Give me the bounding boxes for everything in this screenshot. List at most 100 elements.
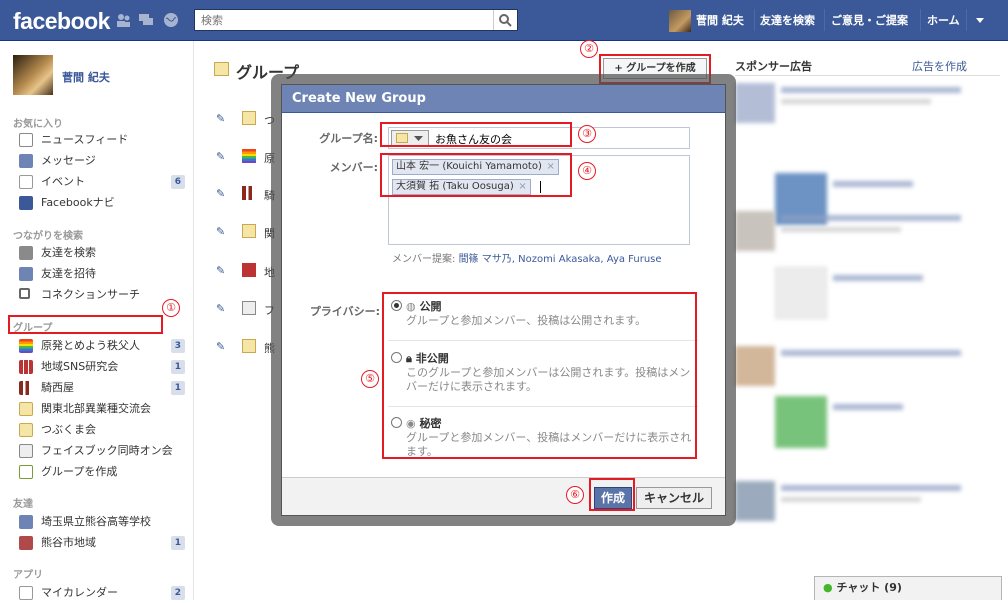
callout-6: ⑥ bbox=[566, 486, 584, 504]
friends-heading: 友達 bbox=[13, 499, 33, 510]
group-icon bbox=[242, 224, 256, 238]
online-dot-icon: ● bbox=[823, 581, 833, 594]
feedback-link[interactable]: ご意見・ご提案 bbox=[831, 0, 908, 41]
create-ad-link[interactable]: 広告を作成 bbox=[912, 58, 967, 74]
home-link[interactable]: ホーム bbox=[927, 0, 960, 41]
annotation-box-3 bbox=[380, 122, 572, 147]
edit-icon[interactable]: ✎ bbox=[216, 340, 225, 353]
profile-block[interactable]: 菅間 紀夫 bbox=[13, 55, 110, 95]
callout-3: ③ bbox=[578, 125, 596, 143]
sidebar-item-messages[interactable]: メッセージ bbox=[19, 151, 185, 171]
invite-friends-icon bbox=[19, 267, 33, 281]
count-badge: 6 bbox=[170, 175, 185, 189]
sidebar-item-news-feed[interactable]: ニュースフィード bbox=[19, 130, 185, 150]
calendar-icon bbox=[19, 175, 33, 189]
fbnavi-icon bbox=[19, 196, 33, 210]
chat-label: チャット (9) bbox=[836, 581, 902, 594]
mouse-icon bbox=[242, 301, 256, 315]
bottles-icon bbox=[242, 186, 256, 200]
ad-block[interactable] bbox=[735, 83, 970, 225]
count-badge: 1 bbox=[170, 536, 185, 550]
avatar[interactable] bbox=[669, 10, 691, 32]
annotation-box-4 bbox=[380, 153, 572, 197]
connect-heading: つながりを検索 bbox=[13, 231, 83, 242]
count-badge: 3 bbox=[170, 339, 185, 353]
sidebar-item-fbnavi[interactable]: Facebookナビ bbox=[19, 193, 185, 213]
dialog-title: Create New Group bbox=[282, 85, 725, 113]
profile-picture[interactable] bbox=[13, 55, 53, 95]
sidebar-item-group-4[interactable]: 関東北部異業種交流会 bbox=[19, 399, 185, 419]
search-box bbox=[194, 9, 518, 31]
facebook-logo[interactable]: facebook bbox=[13, 8, 110, 35]
group-icon bbox=[242, 339, 256, 353]
edit-icon[interactable]: ✎ bbox=[216, 264, 225, 277]
friend-requests-icon[interactable] bbox=[115, 12, 131, 28]
building-icon bbox=[19, 360, 33, 374]
ad-block[interactable] bbox=[735, 346, 970, 471]
sidebar-item-my-calendar[interactable]: マイカレンダー 2 bbox=[19, 583, 185, 603]
top-bar: facebook 菅間 紀夫 友達を検索 ご意見・ご提案 ホーム bbox=[0, 0, 1008, 41]
apps-heading: アプリ bbox=[13, 570, 43, 581]
sidebar-item-group-6[interactable]: フェイスブック同時オン会 bbox=[19, 441, 185, 461]
right-column: スポンサー広告 広告を作成 bbox=[729, 41, 1008, 600]
suggestion-links[interactable]: 間篠 マサ乃, Nozomi Akasaka, Aya Furuse bbox=[459, 254, 662, 265]
search-button[interactable] bbox=[493, 10, 517, 30]
messages-icon[interactable] bbox=[138, 12, 154, 28]
rainbow-icon bbox=[19, 339, 33, 353]
count-badge: 1 bbox=[170, 381, 185, 395]
count-badge: 2 bbox=[170, 586, 185, 600]
edit-icon[interactable]: ✎ bbox=[216, 112, 225, 125]
dialog-footer: 作成 キャンセル bbox=[282, 477, 725, 515]
sidebar-item-events[interactable]: イベント 6 bbox=[19, 172, 185, 192]
building-icon bbox=[242, 263, 256, 277]
add-group-icon bbox=[19, 465, 33, 479]
pin-icon bbox=[19, 536, 33, 550]
edit-icon[interactable]: ✎ bbox=[216, 302, 225, 315]
group-icon bbox=[214, 62, 229, 76]
search-icon bbox=[499, 14, 512, 27]
privacy-label: プライバシー: bbox=[309, 305, 380, 318]
ad-block[interactable] bbox=[735, 481, 970, 591]
edit-icon[interactable]: ✎ bbox=[216, 187, 225, 200]
profile-name[interactable]: 菅間 紀夫 bbox=[62, 69, 110, 85]
group-icon bbox=[19, 423, 33, 437]
cancel-button[interactable]: キャンセル bbox=[636, 487, 712, 509]
sidebar-item-find-friends[interactable]: 友達を検索 bbox=[19, 243, 185, 263]
sidebar-item-invite-friends[interactable]: 友達を招待 bbox=[19, 264, 185, 284]
group-icon bbox=[19, 402, 33, 416]
mouse-icon bbox=[19, 444, 33, 458]
sponsored-heading: スポンサー広告 bbox=[735, 60, 812, 73]
group-name-label: グループ名: bbox=[319, 132, 378, 145]
sidebar-item-group-3[interactable]: 騎西屋 1 bbox=[19, 378, 185, 398]
edit-icon[interactable]: ✎ bbox=[216, 150, 225, 163]
member-suggestions: メンバー提案: 間篠 マサ乃, Nozomi Akasaka, Aya Furu… bbox=[392, 254, 662, 265]
annotation-box-5 bbox=[382, 292, 697, 459]
ad-block[interactable] bbox=[735, 211, 970, 331]
sidebar-item-group-2[interactable]: 地域SNS研究会 1 bbox=[19, 357, 185, 377]
sidebar-item-group-5[interactable]: つぶくま会 bbox=[19, 420, 185, 440]
callout-5: ⑤ bbox=[361, 370, 379, 388]
favorites-heading: お気に入り bbox=[13, 119, 63, 130]
edit-icon[interactable]: ✎ bbox=[216, 225, 225, 238]
sidebar-item-friend-list-2[interactable]: 熊谷市地域 1 bbox=[19, 533, 185, 553]
notifications-globe-icon[interactable] bbox=[163, 12, 179, 28]
messages-icon bbox=[19, 154, 33, 168]
sidebar-item-connection-search[interactable]: コネクションサーチ bbox=[19, 285, 185, 305]
search-input[interactable] bbox=[195, 10, 485, 30]
callout-4: ④ bbox=[578, 162, 596, 180]
find-friends-link[interactable]: 友達を検索 bbox=[760, 0, 815, 41]
sidebar-item-friend-list-1[interactable]: 埼玉県立熊谷高等学校 bbox=[19, 512, 185, 532]
annotation-box-1 bbox=[8, 315, 163, 334]
bottles-icon bbox=[19, 381, 33, 395]
calendar-icon bbox=[19, 586, 33, 600]
chat-bar[interactable]: ● チャット (9) bbox=[814, 576, 1002, 600]
sidebar-item-create-group[interactable]: グループを作成 bbox=[19, 462, 185, 482]
count-badge: 1 bbox=[170, 360, 185, 374]
members-label: メンバー: bbox=[329, 161, 378, 174]
rainbow-icon bbox=[242, 149, 256, 163]
find-friends-icon bbox=[19, 246, 33, 260]
profile-link[interactable]: 菅間 紀夫 bbox=[696, 0, 744, 41]
account-menu-icon[interactable] bbox=[975, 17, 985, 25]
callout-2: ② bbox=[580, 40, 598, 58]
sidebar-item-group-1[interactable]: 原発とめよう秩父人 3 bbox=[19, 336, 185, 356]
